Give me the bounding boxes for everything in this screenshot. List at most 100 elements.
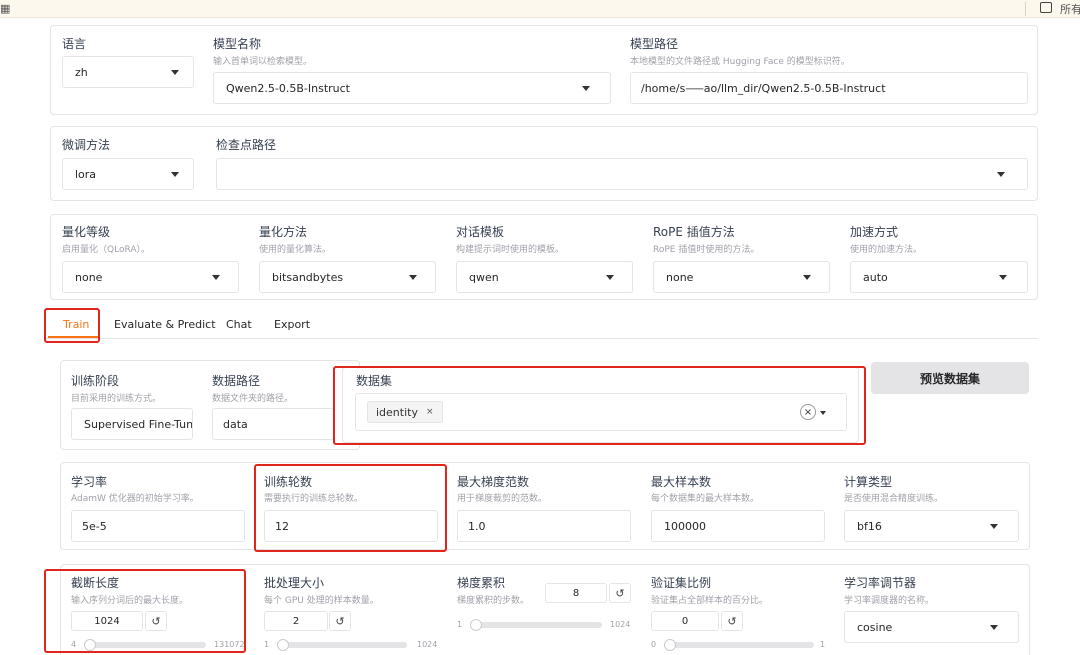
template-value: qwen	[469, 270, 499, 284]
finetune-method-select[interactable]: lora	[62, 158, 194, 190]
accum-slider[interactable]	[470, 619, 602, 631]
slider-handle[interactable]	[277, 639, 289, 651]
booster-label: 加速方式	[850, 225, 899, 239]
chevron-down-icon	[409, 275, 417, 280]
reset-icon[interactable]: ↺	[721, 611, 743, 631]
quant-method-value: bitsandbytes	[272, 270, 344, 284]
model-name-info: 输入首单词以检索模型。	[213, 57, 313, 67]
val-size-info: 验证集占全部样本的百分比。	[651, 596, 769, 606]
tab-chat[interactable]: Chat	[226, 318, 252, 331]
chevron-down-icon	[803, 275, 811, 280]
reset-icon[interactable]: ↺	[609, 583, 631, 603]
scheduler-select[interactable]: cosine	[844, 611, 1019, 643]
compute-type-value: bf16	[857, 519, 882, 533]
quant-bit-info: 启用量化（QLoRA）。	[62, 245, 150, 255]
batch-info: 每个 GPU 处理的样本数量。	[264, 596, 379, 606]
language-label: 语言	[62, 37, 87, 51]
model-name-select[interactable]: Qwen2.5-0.5B-Instruct	[213, 72, 611, 104]
lr-value: 5e-5	[82, 519, 107, 533]
model-name-label: 模型名称	[213, 37, 262, 51]
tab-evaluate-predict[interactable]: Evaluate & Predict	[114, 318, 216, 331]
chevron-down-icon	[999, 275, 1007, 280]
tab-export[interactable]: Export	[274, 318, 310, 331]
preview-dataset-button[interactable]: 预览数据集	[871, 362, 1029, 394]
accum-min: 1	[457, 620, 463, 629]
data-dir-input[interactable]: data	[212, 408, 334, 440]
top-bar: ▦ 所有	[0, 0, 1080, 18]
lr-input[interactable]: 5e-5	[71, 510, 245, 542]
val-size-max: 1	[820, 640, 826, 649]
rope-label: RoPE 插值方法	[653, 225, 735, 239]
checkpoint-select[interactable]	[216, 158, 1028, 190]
val-size-label: 验证集比例	[651, 576, 712, 590]
batch-input[interactable]: 2	[264, 611, 328, 631]
booster-value: auto	[863, 270, 888, 284]
quant-bit-value: none	[75, 270, 103, 284]
data-dir-label: 数据路径	[212, 374, 261, 388]
template-select[interactable]: qwen	[456, 261, 633, 293]
slider-handle[interactable]	[470, 619, 482, 631]
accum-input[interactable]: 8	[545, 583, 607, 603]
reset-icon[interactable]: ↺	[329, 611, 351, 631]
batch-min: 1	[264, 640, 270, 649]
val-size-slider[interactable]	[664, 639, 814, 651]
lr-info: AdamW 优化器的初始学习率。	[71, 494, 199, 504]
chevron-down-icon	[990, 625, 998, 630]
quant-bit-select[interactable]: none	[62, 261, 239, 293]
max-samples-input[interactable]: 100000	[651, 510, 825, 542]
finetune-method-label: 微调方法	[62, 138, 111, 152]
model-path-label: 模型路径	[630, 37, 679, 51]
quant-method-select[interactable]: bitsandbytes	[259, 261, 436, 293]
quant-method-label: 量化方法	[259, 225, 308, 239]
grad-norm-info: 用于梯度裁剪的范数。	[457, 494, 548, 504]
accum-max: 1024	[610, 620, 631, 629]
language-value: zh	[75, 65, 88, 79]
model-path-input[interactable]: /home/s⸺ao/llm_dir/Qwen2.5-0.5B-Instruct	[630, 72, 1028, 104]
lr-label: 学习率	[71, 475, 108, 489]
template-info: 构建提示词时使用的模板。	[456, 245, 565, 255]
topbar-divider	[1025, 2, 1026, 16]
model-path-value: /home/s⸺ao/llm_dir/Qwen2.5-0.5B-Instruct	[641, 82, 886, 95]
quant-method-info: 使用的量化算法。	[259, 245, 332, 255]
highlight-train-tab	[44, 308, 100, 343]
all-link[interactable]: 所有	[1060, 1, 1080, 17]
language-select[interactable]: zh	[62, 56, 194, 88]
batch-slider[interactable]	[277, 639, 407, 651]
highlight-epochs	[254, 464, 447, 552]
max-samples-value: 100000	[664, 519, 706, 533]
chevron-down-icon	[997, 172, 1005, 177]
template-label: 对话模板	[456, 225, 505, 239]
rope-select[interactable]: none	[653, 261, 830, 293]
compute-type-select[interactable]: bf16	[844, 510, 1019, 542]
max-samples-info: 每个数据集的最大样本数。	[651, 494, 760, 504]
accum-info: 梯度累积的步数。	[457, 596, 530, 606]
booster-info: 使用的加速方法。	[850, 245, 923, 255]
accum-label: 梯度累积	[457, 576, 506, 590]
slider-handle[interactable]	[664, 639, 676, 651]
tab-divider	[45, 338, 1038, 339]
scheduler-label: 学习率调节器	[844, 576, 917, 590]
chevron-down-icon	[171, 70, 179, 75]
max-samples-label: 最大样本数	[651, 475, 712, 489]
quant-bit-label: 量化等级	[62, 225, 111, 239]
highlight-cutoff	[44, 569, 246, 653]
finetune-method-value: lora	[75, 167, 97, 181]
compute-type-info: 是否使用混合精度训练。	[844, 494, 944, 504]
window-icon[interactable]	[1040, 2, 1052, 13]
grid-icon[interactable]: ▦	[0, 2, 10, 15]
chevron-down-icon	[606, 275, 614, 280]
rope-value: none	[666, 270, 694, 284]
data-dir-info: 数据文件夹的路径。	[212, 394, 294, 404]
booster-select[interactable]: auto	[850, 261, 1028, 293]
grad-norm-input[interactable]: 1.0	[457, 510, 631, 542]
model-name-value: Qwen2.5-0.5B-Instruct	[226, 81, 350, 95]
val-size-input[interactable]: 0	[651, 611, 719, 631]
model-path-info: 本地模型的文件路径或 Hugging Face 的模型标识符。	[630, 57, 850, 67]
stage-label: 训练阶段	[71, 374, 120, 388]
highlight-dataset	[333, 366, 866, 445]
batch-max: 1024	[417, 640, 438, 649]
data-dir-value: data	[223, 417, 248, 431]
chevron-down-icon	[212, 275, 220, 280]
stage-select[interactable]: Supervised Fine-Tuning	[71, 408, 193, 440]
rope-info: RoPE 插值时使用的方法。	[653, 245, 760, 255]
